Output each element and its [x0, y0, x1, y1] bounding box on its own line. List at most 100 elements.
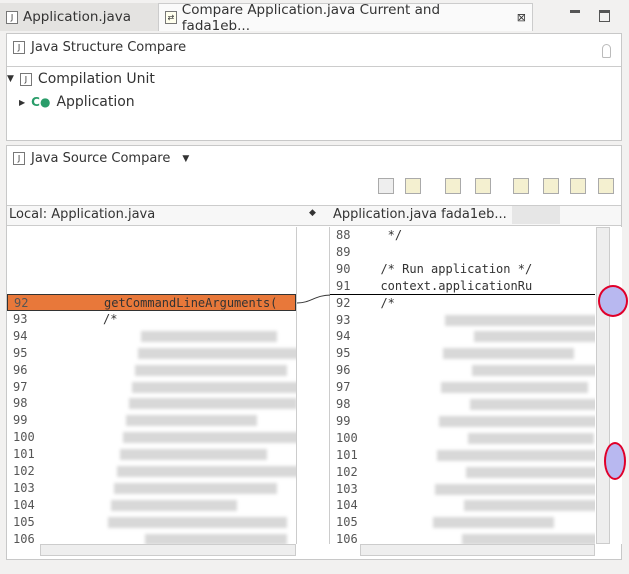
line-number: 106 [336, 532, 358, 544]
blurred-code [468, 432, 594, 444]
line-number: 106 [13, 531, 35, 544]
toolbar-next-change[interactable] [570, 178, 586, 194]
collapse-arrow-icon[interactable]: ▼ [7, 74, 14, 84]
left-editor[interactable]: 92 getCommandLineArguments(93 /* 94 95 96 97 98… [7, 227, 296, 544]
blurred-code [111, 499, 237, 511]
toolbar-previous-change[interactable] [598, 178, 614, 194]
blurred-code [433, 517, 554, 529]
class-icon: C● [31, 95, 51, 109]
highlight-ring-1 [598, 285, 628, 317]
code-line: 100 [7, 429, 296, 446]
code-line: 95 [7, 345, 296, 362]
blurred-code [437, 449, 595, 461]
code-line: 96 [7, 362, 296, 379]
line-number: 98 [336, 397, 351, 411]
close-icon[interactable]: ⊠ [517, 11, 526, 24]
line-number: 96 [336, 363, 351, 378]
line-number: 95 [336, 346, 351, 361]
toolbar-copy-current-left[interactable] [475, 178, 491, 194]
highlight-ring-2 [604, 442, 626, 480]
toolbar-ignore-whitespace[interactable] [378, 178, 394, 194]
compilation-unit-icon: J [19, 72, 32, 86]
maximize-button[interactable] [599, 10, 610, 22]
code-line: 91 context.applicationRu [330, 278, 595, 295]
toolbar-next-difference[interactable] [513, 178, 529, 194]
line-number: 92 [336, 295, 351, 310]
left-pane-title: Local: Application.java [9, 207, 156, 222]
line-number: 96 [13, 362, 28, 377]
line-number: 104 [336, 498, 358, 513]
code-line: 105 [7, 514, 296, 531]
dropdown-icon[interactable]: ▼ [182, 154, 189, 164]
line-number: 94 [336, 329, 351, 344]
code-text: context.applicationRu [366, 278, 533, 293]
vertical-scrollbar[interactable] [596, 227, 610, 544]
blurred-code [126, 415, 257, 427]
line-number: 88 [336, 228, 351, 242]
code-line: 97 [7, 379, 296, 396]
blurred-code [117, 466, 296, 477]
blurred-code [462, 534, 595, 544]
code-line: 97 [330, 379, 595, 396]
minimize-button[interactable] [570, 10, 580, 13]
line-number: 105 [13, 514, 35, 529]
line-number: 91 [336, 278, 351, 293]
blurred-code [132, 381, 296, 393]
code-line: 90 /* Run application */ [330, 261, 595, 278]
blurred-code [435, 483, 595, 495]
line-number: 100 [13, 430, 35, 445]
code-line: 94 [330, 328, 595, 345]
overview-ruler [610, 227, 622, 544]
line-number: 94 [13, 328, 28, 343]
blurred-code [466, 466, 595, 478]
line-number: 95 [13, 345, 28, 360]
blurred-code [470, 399, 595, 410]
code-line: 104 [7, 497, 296, 514]
tab-application-java[interactable]: J Application.java [0, 3, 158, 31]
code-line: 102 [7, 463, 296, 480]
code-line: 103 [330, 481, 595, 498]
lightbulb-icon[interactable] [602, 44, 611, 58]
code-line: 103 [7, 480, 296, 497]
code-line: 106 [7, 531, 296, 544]
line-number: 101 [336, 447, 358, 462]
code-line: 99 [7, 412, 296, 429]
blurred-code [445, 314, 595, 326]
blurred-code [443, 348, 574, 360]
code-line: 88 */ [330, 227, 595, 244]
code-text: /* Run application */ [366, 261, 533, 276]
code-text: /* [103, 311, 118, 326]
tree-item-compilation-unit[interactable]: ▼ J Compilation Unit [7, 71, 155, 87]
blurred-code [135, 364, 287, 376]
merge-icon[interactable]: ◆ [309, 208, 316, 218]
blurred-code [123, 432, 296, 444]
line-number: 97 [13, 379, 28, 394]
code-line: 92 /* [330, 295, 595, 312]
code-line: 95 [330, 345, 595, 362]
code-text: */ [366, 228, 403, 242]
line-number: 90 [336, 261, 351, 276]
code-line: 101 [7, 446, 296, 463]
tab-compare[interactable]: ⇄ Compare Application.java Current and fa… [158, 2, 533, 34]
line-number: 93 [336, 312, 351, 327]
right-horizontal-scrollbar[interactable] [360, 544, 595, 556]
toolbar-previous-difference[interactable] [543, 178, 559, 194]
right-editor[interactable]: 88 */89 90 /* Run application */91 contex… [330, 227, 595, 544]
tree-item-application[interactable]: ▶ C● Application [19, 94, 135, 110]
code-line: 105 [330, 514, 595, 531]
toolbar-copy-left[interactable] [445, 178, 461, 194]
line-number: 97 [336, 380, 351, 395]
right-pane-title: Application.java fada1eb... [333, 207, 507, 222]
structure-compare-pane: J Java Structure Compare ▼ J Compilation Un… [6, 33, 622, 141]
line-number: 103 [336, 481, 358, 496]
left-horizontal-scrollbar[interactable] [40, 544, 296, 556]
expand-arrow-icon[interactable]: ▶ [19, 98, 25, 107]
blurred-code [464, 500, 595, 512]
blurred-code [474, 331, 595, 343]
code-line: 98 [7, 395, 296, 412]
toolbar-show-ancestor[interactable] [405, 178, 421, 194]
code-line: 100 [330, 430, 595, 447]
line-number: 105 [336, 515, 358, 530]
blurred-code [145, 533, 287, 544]
java-source-icon: J [13, 152, 25, 165]
